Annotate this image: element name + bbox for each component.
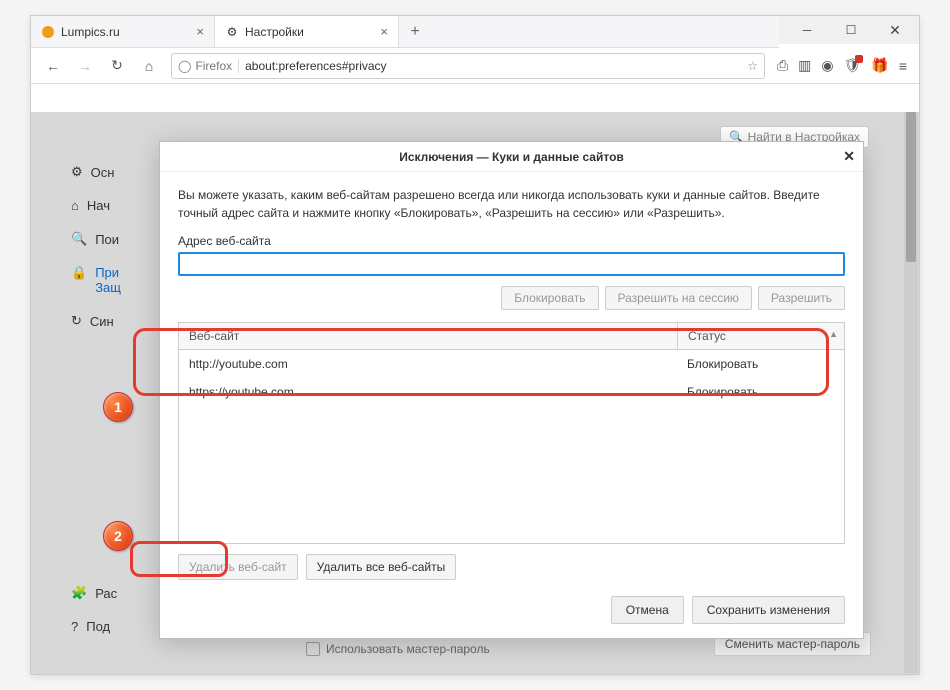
toolbar: ← → ↻ ⌂ ◯ Firefox ☆ ⎙ ▥ ◉ 🛡 🎁 ≡ <box>31 48 919 84</box>
identity-box: ◯ Firefox <box>178 59 239 73</box>
annotation-badge-1: 1 <box>103 392 133 422</box>
browser-window: Lumpics.ru × ⚙ Настройки × + ─ ☐ ✕ ← → ↻… <box>30 15 920 675</box>
background-settings-content: Использовать мастер-пароль <box>306 642 490 656</box>
minimize-button[interactable]: ─ <box>785 16 829 44</box>
new-tab-button[interactable]: + <box>399 16 431 47</box>
sidebar-icon[interactable]: ▥ <box>798 57 811 74</box>
annotation-badge-2: 2 <box>103 521 133 551</box>
forward-button[interactable]: → <box>71 52 99 80</box>
sidebar-item-general[interactable]: ⚙Осн <box>71 164 121 180</box>
account-icon[interactable]: ◉ <box>821 57 833 74</box>
menu-icon[interactable]: ≡ <box>899 58 907 74</box>
tab-lumpics[interactable]: Lumpics.ru × <box>31 16 215 47</box>
sidebar-item-privacy[interactable]: 🔒ПриЗащ <box>71 265 121 295</box>
close-tab-icon[interactable]: × <box>380 24 388 39</box>
gear-icon: ⚙ <box>225 25 239 39</box>
cancel-button[interactable]: Отмена <box>611 596 684 624</box>
bookmark-star-icon[interactable]: ☆ <box>747 59 758 73</box>
block-button[interactable]: Блокировать <box>501 286 598 310</box>
remove-all-websites-button[interactable]: Удалить все веб-сайты <box>306 554 457 580</box>
sort-indicator-icon: ▲ <box>829 329 838 339</box>
gift-icon[interactable]: 🎁 <box>871 57 888 74</box>
settings-sidebar-bottom: 🧩Рас ?Под <box>71 585 117 634</box>
close-dialog-button[interactable]: ✕ <box>843 148 855 165</box>
maximize-button[interactable]: ☐ <box>829 16 873 44</box>
sidebar-item-home[interactable]: ⌂Нач <box>71 198 121 213</box>
reload-button[interactable]: ↻ <box>103 52 131 80</box>
lock-icon: 🔒 <box>71 265 87 281</box>
url-input[interactable] <box>245 59 741 73</box>
sidebar-item-extensions[interactable]: 🧩Рас <box>71 585 117 601</box>
back-button[interactable]: ← <box>39 52 67 80</box>
shield-icon[interactable]: 🛡 <box>844 57 862 74</box>
favicon-orange-icon <box>41 25 55 39</box>
save-changes-button[interactable]: Сохранить изменения <box>692 596 845 624</box>
url-bar[interactable]: ◯ Firefox ☆ <box>171 53 765 79</box>
tab-label: Lumpics.ru <box>61 25 120 39</box>
dialog-header: Исключения — Куки и данные сайтов ✕ <box>160 142 863 172</box>
table-row[interactable]: https://youtube.com Блокировать <box>179 378 844 406</box>
settings-sidebar: ⚙Осн ⌂Нач 🔍Пои 🔒ПриЗащ ↻Син <box>71 164 121 329</box>
remove-website-button[interactable]: Удалить веб-сайт <box>178 554 298 580</box>
table-row[interactable]: http://youtube.com Блокировать <box>179 350 844 378</box>
firefox-icon: ◯ <box>178 59 191 73</box>
gear-icon: ⚙ <box>71 164 83 180</box>
column-header-status[interactable]: Статус▲ <box>677 323 844 349</box>
sidebar-item-help[interactable]: ?Под <box>71 619 117 634</box>
library-icon[interactable]: ⎙ <box>777 57 788 74</box>
allow-session-button[interactable]: Разрешить на сессию <box>605 286 752 310</box>
allow-button[interactable]: Разрешить <box>758 286 845 310</box>
sidebar-item-sync[interactable]: ↻Син <box>71 313 121 329</box>
dialog-description: Вы можете указать, каким веб-сайтам разр… <box>178 186 845 222</box>
address-input-label: Адрес веб-сайта <box>178 234 845 248</box>
home-button[interactable]: ⌂ <box>135 52 163 80</box>
column-header-website[interactable]: Веб-сайт <box>179 323 677 349</box>
website-address-input[interactable] <box>178 252 845 276</box>
sidebar-item-search[interactable]: 🔍Пои <box>71 231 121 247</box>
close-window-button[interactable]: ✕ <box>873 16 917 44</box>
search-icon: 🔍 <box>71 231 87 247</box>
sync-icon: ↻ <box>71 313 82 329</box>
home-icon: ⌂ <box>71 198 79 213</box>
puzzle-icon: 🧩 <box>71 585 87 601</box>
tab-settings[interactable]: ⚙ Настройки × <box>215 16 399 47</box>
close-tab-icon[interactable]: × <box>196 24 204 39</box>
checkbox[interactable] <box>306 642 320 656</box>
help-icon: ? <box>71 619 78 634</box>
exceptions-table: Веб-сайт Статус▲ http://youtube.com Блок… <box>178 322 845 544</box>
tab-label: Настройки <box>245 25 304 39</box>
dialog-title: Исключения — Куки и данные сайтов <box>399 150 624 164</box>
exceptions-dialog: Исключения — Куки и данные сайтов ✕ Вы м… <box>159 141 864 639</box>
identity-label: Firefox <box>195 59 232 73</box>
